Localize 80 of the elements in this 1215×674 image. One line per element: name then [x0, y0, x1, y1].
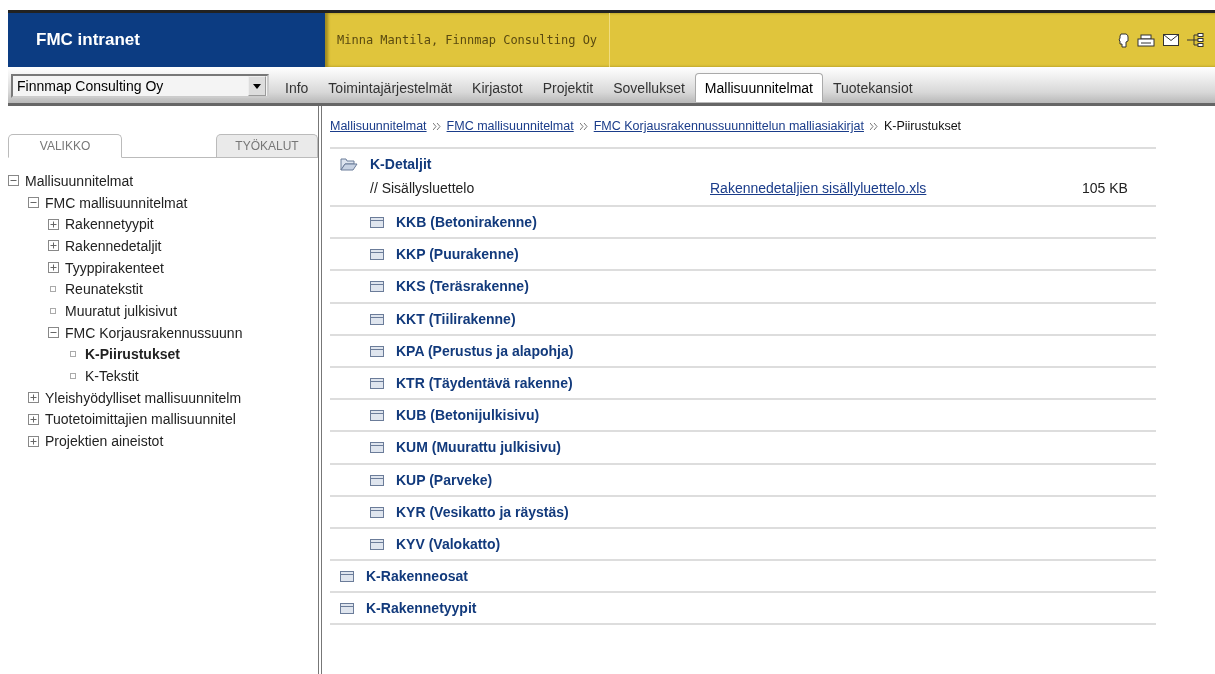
dropdown-arrow-icon — [253, 83, 261, 89]
folder-link[interactable]: K-Rakenneosat — [366, 568, 468, 585]
tree-item[interactable]: Rakennedetaljit — [65, 237, 162, 254]
nav-tab[interactable]: Mallisuunnitelmat — [694, 73, 823, 102]
tree-item[interactable]: Tyyppirakenteet — [65, 259, 164, 276]
folder-link[interactable]: K-Detaljit — [370, 156, 432, 172]
tree-item[interactable]: Muuratut julkisivut — [65, 302, 178, 319]
site-title: FMC intranet — [8, 13, 325, 67]
collapse-icon[interactable] — [28, 197, 39, 209]
tree-item[interactable]: Reunatekstit — [65, 281, 143, 298]
sitemap-icon[interactable] — [1187, 33, 1205, 47]
folder-icon — [340, 602, 354, 615]
company-select[interactable]: Finnmap Consulting Oy — [11, 74, 269, 98]
folder-link[interactable]: KYV (Valokatto) — [396, 535, 501, 552]
tree-item[interactable]: FMC Korjausrakennussuunn — [65, 324, 243, 341]
sidebar-tab[interactable]: VALIKKO — [8, 134, 122, 158]
breadcrumb-separator-icon — [869, 122, 878, 130]
folder-icon — [370, 441, 384, 454]
folder-link[interactable]: KPA (Perustus ja alapohja) — [396, 342, 574, 359]
expand-icon[interactable] — [28, 435, 39, 447]
expand-icon[interactable] — [28, 413, 39, 425]
bullet-icon — [50, 307, 56, 314]
file-title: // Sisällysluettelo — [370, 180, 476, 196]
breadcrumb-link[interactable]: FMC Korjausrakennussuunnittelun malliasiakirjat — [593, 119, 864, 133]
breadcrumb-link[interactable]: Mallisuunnitelmat — [330, 119, 427, 133]
folder-icon — [370, 377, 384, 390]
folder-icon — [370, 312, 384, 325]
tree-item[interactable]: K-Tekstit — [85, 368, 139, 385]
folder-icon — [370, 473, 384, 486]
tree-item[interactable]: Yleishyödylliset mallisuunnitelm — [45, 389, 242, 406]
file-link[interactable]: Rakennedetaljien sisällyluettelo.xls — [710, 180, 1082, 196]
folder-icon — [370, 280, 384, 293]
nav-tab[interactable]: Sovellukset — [603, 73, 695, 102]
folder-icon — [370, 505, 384, 518]
folder-link[interactable]: KKT (Tiilirakenne) — [396, 310, 516, 327]
breadcrumb-separator-icon — [432, 122, 441, 130]
folder-link[interactable]: KKS (Teräsrakenne) — [396, 278, 529, 295]
breadcrumb-current: K-Piirustukset — [883, 119, 962, 133]
file-size: 105 KB — [1082, 180, 1128, 196]
folder-link[interactable]: KUP (Parveke) — [396, 471, 493, 488]
folder-icon — [370, 409, 384, 422]
folder-link[interactable]: KKP (Puurakenne) — [396, 246, 519, 263]
sidebar-tab[interactable]: TYÖKALUT — [216, 134, 318, 157]
collapse-icon[interactable] — [8, 175, 19, 187]
nav-tab[interactable]: Tuotekansiot — [823, 73, 923, 102]
tree-item[interactable]: Projektien aineistot — [45, 433, 164, 450]
printer-icon[interactable] — [1137, 33, 1155, 47]
head-icon[interactable] — [1118, 32, 1129, 48]
folder-link[interactable]: K-Rakennetyypit — [366, 600, 477, 617]
folder-icon — [370, 216, 384, 229]
expand-icon[interactable] — [48, 240, 59, 252]
bullet-icon — [50, 286, 56, 293]
folder-icon — [370, 537, 384, 550]
mail-icon[interactable] — [1163, 34, 1179, 46]
folder-icon — [370, 248, 384, 261]
tree-item[interactable]: Rakennetyypit — [65, 216, 154, 233]
open-folder-icon — [340, 157, 358, 171]
nav-tab[interactable]: Kirjastot — [462, 73, 533, 102]
folder-link[interactable]: KTR (Täydentävä rakenne) — [396, 375, 573, 392]
tree-item[interactable]: Tuotetoimittajien mallisuunnitel — [45, 411, 236, 428]
folder-link[interactable]: KUM (Muurattu julkisivu) — [396, 439, 561, 456]
collapse-icon[interactable] — [48, 327, 59, 339]
nav-tab[interactable]: Projektit — [532, 73, 604, 102]
nav-tab[interactable]: Toimintajärjestelmät — [318, 73, 463, 102]
tree-item[interactable]: K-Piirustukset — [85, 346, 180, 363]
breadcrumb-link[interactable]: FMC mallisuunnitelmat — [446, 119, 574, 133]
folder-link[interactable]: KUB (Betonijulkisivu) — [396, 407, 540, 424]
folder-icon — [340, 570, 354, 583]
bullet-icon — [70, 373, 76, 380]
tree-item[interactable]: FMC mallisuunnitelmat — [45, 194, 188, 211]
breadcrumb-separator-icon — [579, 122, 588, 130]
bullet-icon — [70, 351, 76, 358]
expand-icon[interactable] — [48, 218, 59, 230]
expand-icon[interactable] — [48, 262, 59, 274]
tree-item[interactable]: Mallisuunnitelmat — [25, 172, 134, 189]
nav-tab[interactable]: Info — [275, 73, 319, 102]
folder-link[interactable]: KKB (Betonirakenne) — [396, 214, 537, 231]
expand-icon[interactable] — [28, 392, 39, 404]
folder-icon — [370, 344, 384, 357]
folder-link[interactable]: KYR (Vesikatto ja räystäs) — [396, 503, 569, 520]
